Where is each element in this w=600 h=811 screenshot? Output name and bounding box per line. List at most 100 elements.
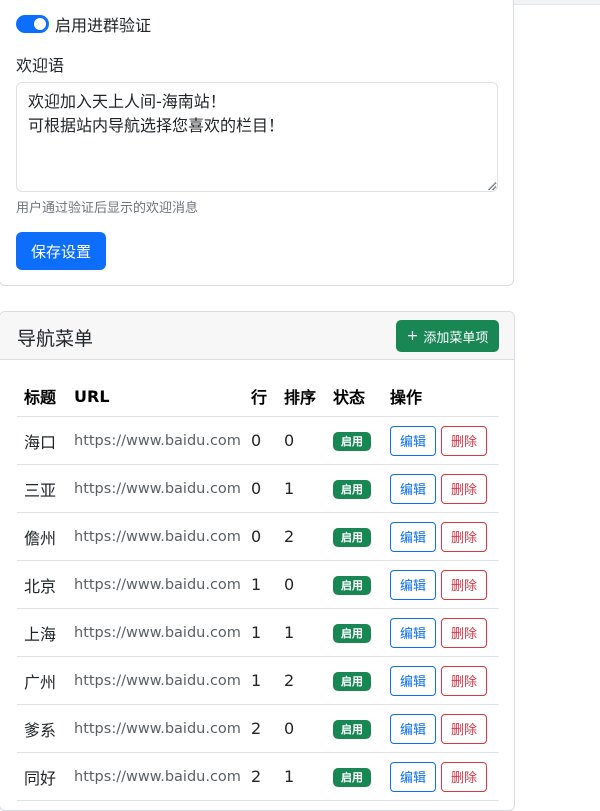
row-url: https://www.baidu.com [67, 560, 244, 609]
delete-button[interactable]: 删除 [441, 617, 487, 648]
row-status: 启用 [326, 704, 383, 753]
row-title: 同好 [17, 752, 67, 801]
row-line: 1 [244, 608, 277, 657]
row-title: 上海 [17, 608, 67, 657]
nav-menu-table-body: 海口 https://www.baidu.com 0 0 启用 编辑 删除 三亚 https:/… [17, 416, 499, 801]
status-badge: 启用 [333, 720, 371, 739]
status-badge: 启用 [333, 528, 371, 547]
row-actions: 编辑 删除 [383, 512, 499, 561]
row-actions: 编辑 删除 [383, 608, 499, 657]
delete-button[interactable]: 删除 [441, 569, 487, 600]
row-line: 1 [244, 560, 277, 609]
add-menu-item-button[interactable]: + 添加菜单项 [396, 320, 499, 352]
row-order: 2 [277, 512, 326, 561]
edit-button[interactable]: 编辑 [390, 425, 436, 456]
row-order: 0 [277, 560, 326, 609]
nav-menu-table: 标题 URL 行 排序 状态 操作 海口 https://www.baidu.co… [17, 376, 499, 801]
delete-button[interactable]: 删除 [441, 713, 487, 744]
row-status: 启用 [326, 560, 383, 609]
table-row: 爹系 https://www.baidu.com 2 0 启用 编辑 删除 [17, 704, 499, 753]
row-status: 启用 [326, 464, 383, 513]
row-title: 北京 [17, 560, 67, 609]
delete-button[interactable]: 删除 [441, 473, 487, 504]
table-row: 海口 https://www.baidu.com 0 0 启用 编辑 删除 [17, 416, 499, 465]
row-status: 启用 [326, 416, 383, 465]
row-status: 启用 [326, 752, 383, 801]
table-row: 广州 https://www.baidu.com 1 2 启用 编辑 删除 [17, 656, 499, 705]
row-actions: 编辑 删除 [383, 464, 499, 513]
delete-button[interactable]: 删除 [441, 665, 487, 696]
row-title: 三亚 [17, 464, 67, 513]
row-url: https://www.baidu.com [67, 416, 244, 465]
row-actions: 编辑 删除 [383, 752, 499, 801]
welcome-textarea[interactable]: 欢迎加入天上人间-海南站！ 可根据站内导航选择您喜欢的栏目！ [16, 82, 498, 192]
status-badge: 启用 [333, 480, 371, 499]
edit-button[interactable]: 编辑 [390, 569, 436, 600]
table-row: 上海 https://www.baidu.com 1 1 启用 编辑 删除 [17, 608, 499, 657]
table-row: 同好 https://www.baidu.com 2 1 启用 编辑 删除 [17, 752, 499, 801]
group-verify-toggle-row: 启用进群验证 [16, 12, 151, 36]
save-settings-button[interactable]: 保存设置 [16, 232, 106, 270]
nav-menu-card: 导航菜单 + 添加菜单项 标题 URL 行 排序 状态 操作 海口 https:/… [0, 311, 515, 811]
col-order: 排序 [277, 376, 326, 417]
status-badge: 启用 [333, 768, 371, 787]
row-actions: 编辑 删除 [383, 560, 499, 609]
welcome-help-text: 用户通过验证后显示的欢迎消息 [16, 201, 199, 216]
row-title: 儋州 [17, 512, 67, 561]
edit-button[interactable]: 编辑 [390, 761, 436, 792]
col-title: 标题 [17, 376, 67, 417]
edit-button[interactable]: 编辑 [390, 617, 436, 648]
table-row: 三亚 https://www.baidu.com 0 1 启用 编辑 删除 [17, 464, 499, 513]
edit-button[interactable]: 编辑 [390, 521, 436, 552]
row-order: 1 [277, 608, 326, 657]
resize-grip-icon[interactable] [488, 182, 496, 190]
group-verify-toggle[interactable] [16, 15, 49, 33]
col-status: 状态 [326, 376, 383, 417]
add-menu-item-label: 添加菜单项 [423, 330, 489, 346]
row-actions: 编辑 删除 [383, 656, 499, 705]
col-actions: 操作 [383, 376, 499, 417]
row-status: 启用 [326, 656, 383, 705]
col-url: URL [67, 376, 244, 417]
row-title: 海口 [17, 416, 67, 465]
edit-button[interactable]: 编辑 [390, 473, 436, 504]
group-verify-label: 启用进群验证 [55, 16, 152, 35]
row-status: 启用 [326, 608, 383, 657]
welcome-label: 欢迎语 [16, 56, 65, 75]
row-url: https://www.baidu.com [67, 656, 244, 705]
nav-menu-header: 导航菜单 + 添加菜单项 [0, 312, 514, 360]
row-status: 启用 [326, 512, 383, 561]
status-badge: 启用 [333, 576, 371, 595]
row-line: 1 [244, 656, 277, 705]
delete-button[interactable]: 删除 [441, 761, 487, 792]
row-order: 2 [277, 656, 326, 705]
row-line: 2 [244, 752, 277, 801]
row-order: 0 [277, 704, 326, 753]
plus-icon: + [406, 328, 419, 344]
row-actions: 编辑 删除 [383, 704, 499, 753]
row-url: https://www.baidu.com [67, 512, 244, 561]
table-row: 北京 https://www.baidu.com 1 0 启用 编辑 删除 [17, 560, 499, 609]
row-line: 0 [244, 464, 277, 513]
delete-button[interactable]: 删除 [441, 521, 487, 552]
toggle-knob [34, 18, 46, 30]
row-line: 0 [244, 512, 277, 561]
nav-menu-title: 导航菜单 [17, 328, 94, 350]
row-actions: 编辑 删除 [383, 416, 499, 465]
row-title: 爹系 [17, 704, 67, 753]
row-line: 2 [244, 704, 277, 753]
row-url: https://www.baidu.com [67, 704, 244, 753]
table-row: 儋州 https://www.baidu.com 0 2 启用 编辑 删除 [17, 512, 499, 561]
status-badge: 启用 [333, 624, 371, 643]
table-header-row: 标题 URL 行 排序 状态 操作 [17, 376, 499, 417]
col-row: 行 [244, 376, 277, 417]
row-line: 0 [244, 416, 277, 465]
status-badge: 启用 [333, 432, 371, 451]
row-url: https://www.baidu.com [67, 752, 244, 801]
edit-button[interactable]: 编辑 [390, 713, 436, 744]
edit-button[interactable]: 编辑 [390, 665, 436, 696]
status-badge: 启用 [333, 672, 371, 691]
row-url: https://www.baidu.com [67, 464, 244, 513]
row-title: 广州 [17, 656, 67, 705]
delete-button[interactable]: 删除 [441, 425, 487, 456]
